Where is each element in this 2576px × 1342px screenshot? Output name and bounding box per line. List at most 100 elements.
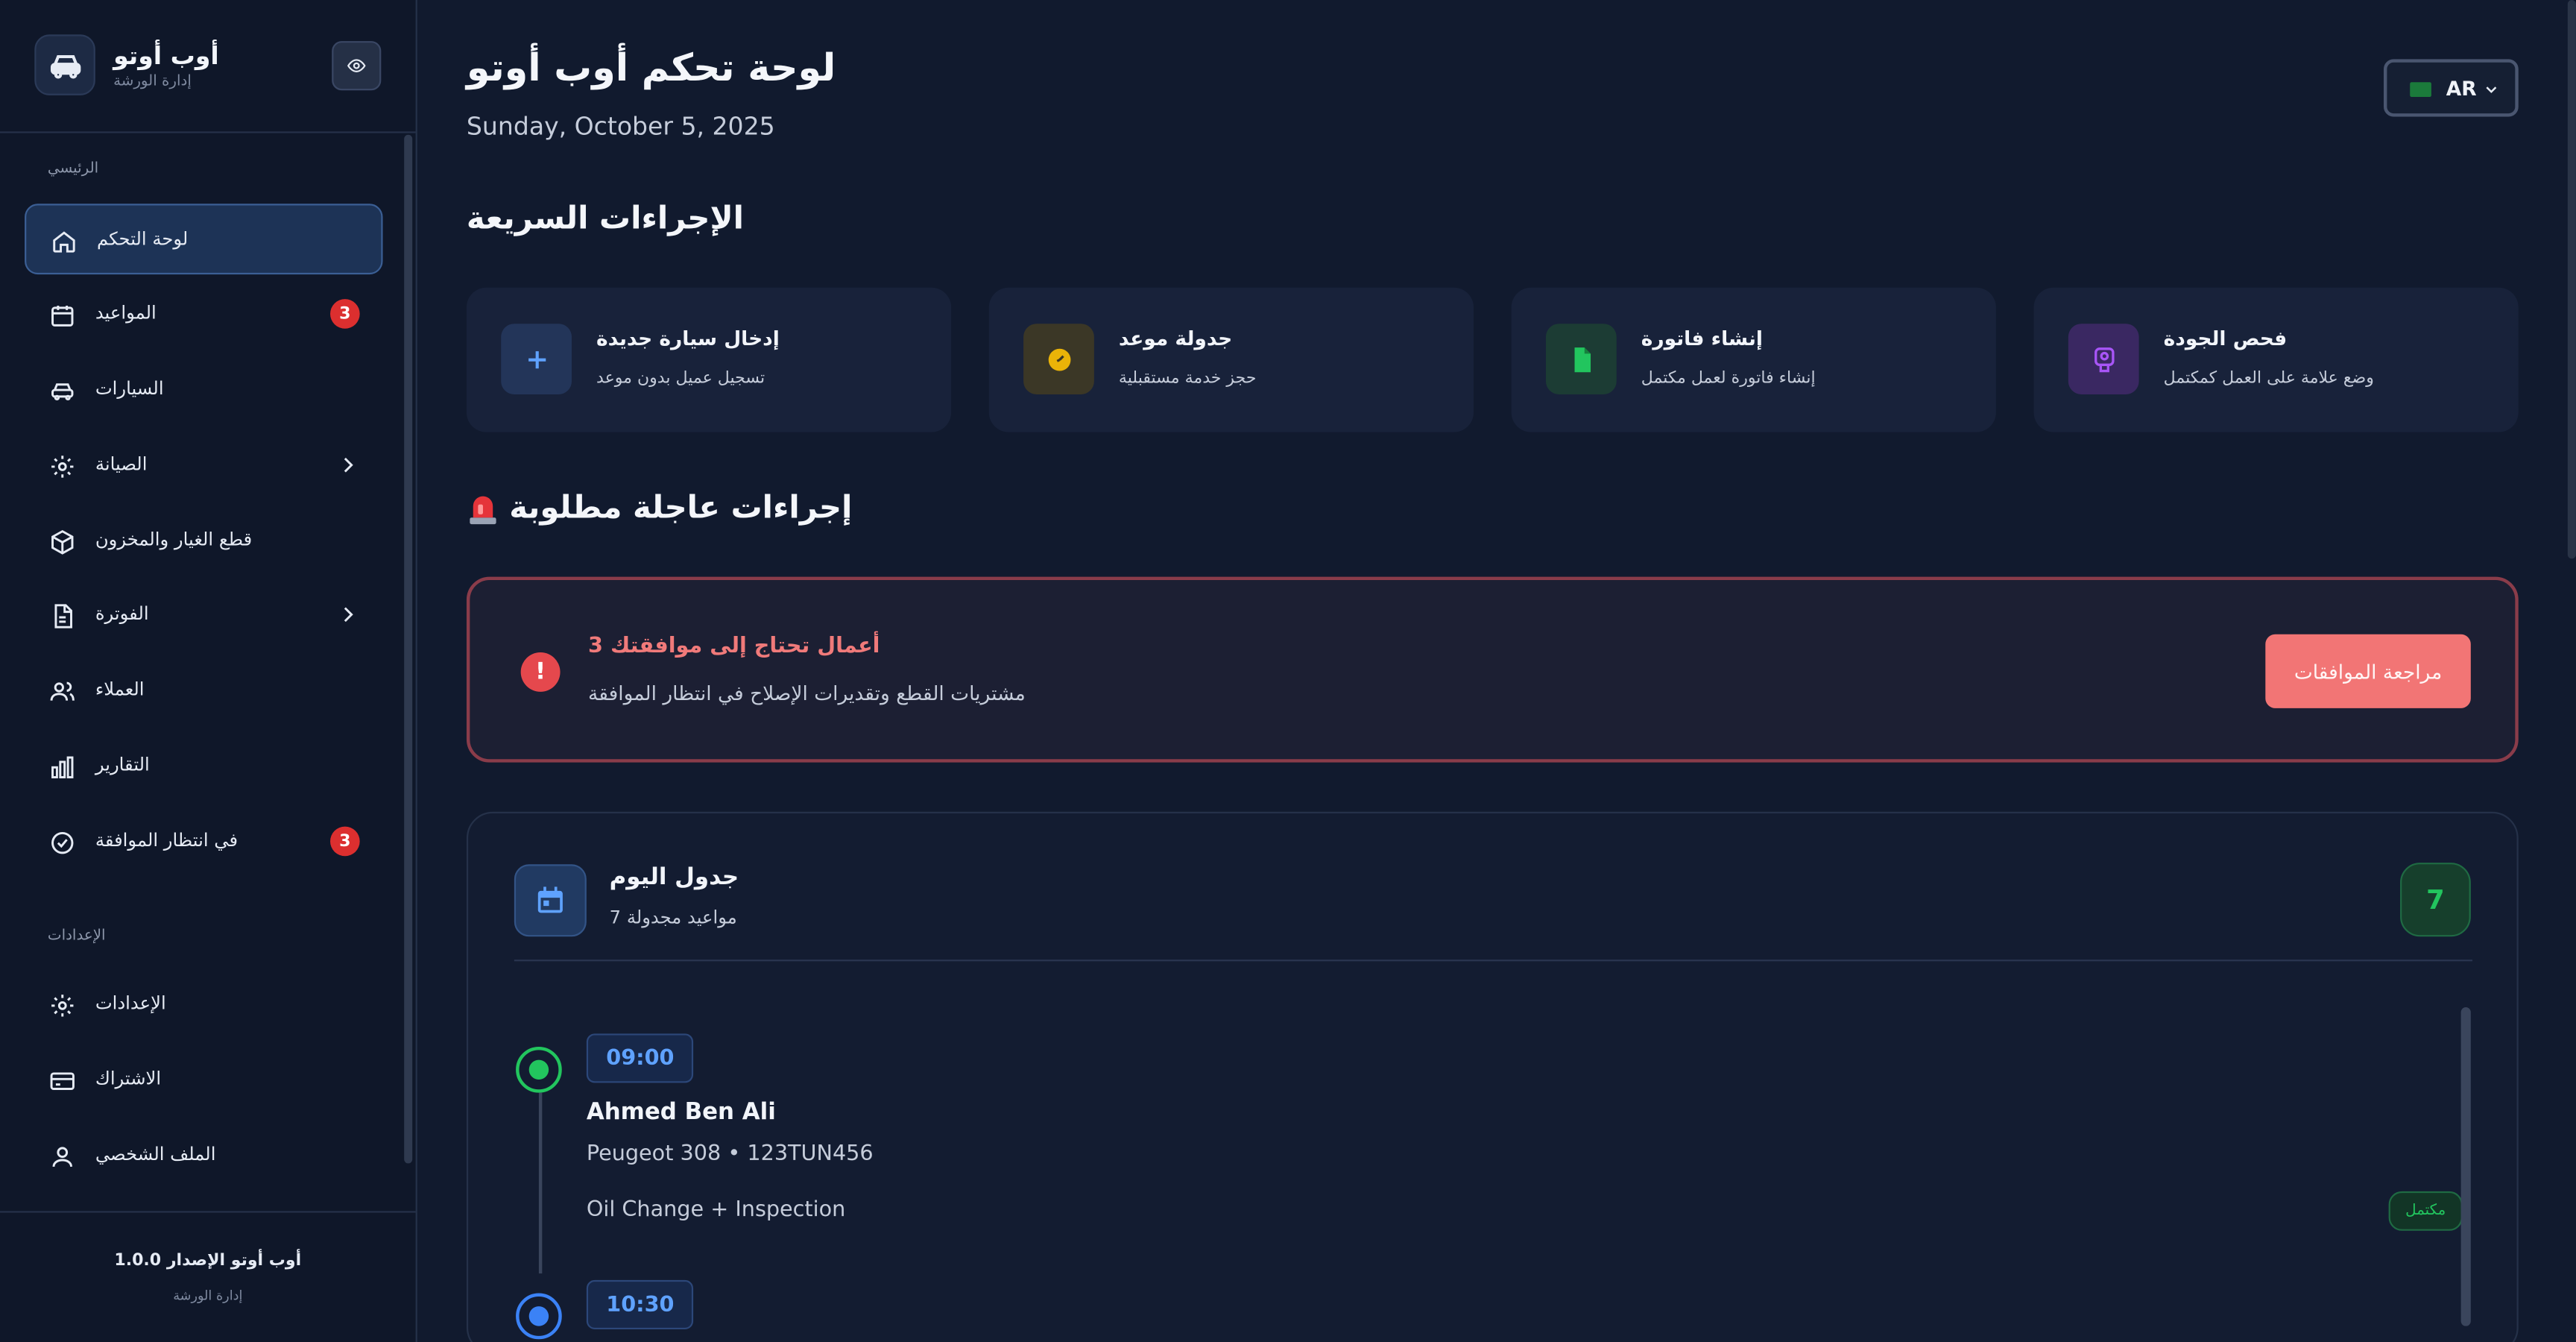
chevron-right-icon [344,457,353,473]
clock-icon [1023,324,1094,394]
review-approvals-button[interactable]: مراجعة الموافقات [2265,634,2471,708]
appointment-time: 10:30 [586,1279,694,1330]
quick-action-subtitle: وضع علامة على العمل كمكتمل [2163,369,2374,388]
car-logo-icon [34,34,95,95]
quick-action-title: إدخال سيارة جديدة [596,327,780,350]
sidebar-item-subscription[interactable]: الاشتراك [25,1045,382,1116]
visibility-toggle-button[interactable] [332,41,382,91]
sidebar-item-label: الاشتراك [95,1068,162,1090]
gear-icon [51,995,74,1017]
approval-alert: ! 3 أعمال تحتاج إلى موافقتك مشتريات القط… [466,576,2519,763]
sidebar-item-label: التقارير [95,754,150,776]
brand: أوب أوتو إدارة الورشة [0,0,416,133]
badge-icon [2068,324,2139,394]
urgent-actions-title: إجراءات عاجلة مطلوبة [509,489,853,526]
sidebar-item-reports[interactable]: التقارير [25,731,382,802]
quick-action-title: فحص الجودة [2163,327,2288,350]
sidebar-item-appointments[interactable]: المواعيد 3 [25,280,382,350]
sidebar-item-customers[interactable]: العملاء [25,655,382,726]
quick-action-title: إنشاء فاتورة [1641,327,1763,350]
quick-action-title: جدولة موعد [1118,327,1233,350]
appointment-vehicle: Peugeot 308 • 123TUN456 [586,1141,874,1167]
quick-action-subtitle: إنشاء فاتورة لعمل مكتمل [1641,369,1816,388]
appointment-service: Oil Change + Inspection [586,1197,846,1223]
plus-icon [501,324,572,394]
urgent-actions-heading: إجراءات عاجلة مطلوبة [467,490,852,526]
sidebar-item-parts-inventory[interactable]: قطع الغيار والمخزون [25,506,382,577]
page-scrollbar[interactable] [2567,0,2576,559]
eye-icon [347,59,366,72]
siren-icon [470,496,496,525]
sidebar-item-label: في انتظار الموافقة [95,830,239,851]
credit-card-icon [50,1072,75,1090]
brand-subtitle: إدارة الورشة [113,74,192,91]
sidebar-item-label: الفوترة [95,602,149,625]
user-icon [52,1147,72,1168]
brand-name: أوب أوتو [113,41,219,71]
language-selector[interactable]: AR [2384,59,2519,117]
today-schedule: جدول اليوم 7 مواعيد مجدولة 7 09:00 Ahmed… [466,811,2519,1342]
section-label-settings: الإعدادات [47,928,106,945]
section-label-main: الرئيسي [47,160,99,178]
sidebar-item-dashboard[interactable]: لوحة التحكم [25,204,383,275]
sidebar-item-cars[interactable]: السيارات [25,355,382,426]
quick-action-new-car[interactable]: إدخال سيارة جديدة تسجيل عميل بدون موعد [466,287,952,432]
sidebar: أوب أوتو إدارة الورشة الرئيسي لوحة التحك… [0,0,417,1342]
page-title: لوحة تحكم أوب أوتو [466,47,836,91]
count-badge: 3 [330,826,360,857]
flag-icon [2410,82,2431,98]
timeline-dot [516,1046,562,1093]
calendar-icon [51,305,74,327]
appointment-customer-name[interactable]: Ahmed Ben Ali [587,1099,776,1125]
appointment-time: 09:00 [586,1033,694,1083]
document-icon [54,604,72,629]
schedule-title: جدول اليوم [609,864,739,891]
sidebar-item-label: الإعدادات [95,992,166,1014]
quick-action-quality-check[interactable]: فحص الجودة وضع علامة على العمل كمكتمل [2033,287,2519,432]
sidebar-item-billing[interactable]: الفوترة [25,580,382,651]
quick-actions-title: الإجراءات السريعة [466,200,744,237]
footer-subtitle: إدارة الورشة [173,1288,243,1303]
alert-title: 3 أعمال تحتاج إلى موافقتك [588,634,880,659]
sidebar-item-label: السيارات [95,377,164,400]
language-code: AR [2446,77,2477,101]
app-version: أوب أوتو الإصدار 1.0.0 [114,1252,302,1270]
car-icon [51,383,74,401]
check-circle-icon [51,831,74,854]
schedule-scrollbar[interactable] [2460,1007,2471,1326]
timeline-line [538,1092,543,1274]
sidebar-footer: أوب أوتو الإصدار 1.0.0 إدارة الورشة [0,1211,416,1342]
sidebar-scrollbar[interactable] [404,134,413,1164]
sidebar-item-profile[interactable]: الملف الشخصي [25,1121,382,1191]
chevron-right-icon [344,607,353,623]
sidebar-item-label: العملاء [95,678,145,700]
page-date: Sunday, October 5, 2025 [466,111,775,142]
home-icon [53,231,75,253]
schedule-subtitle: 7 مواعيد مجدولة [609,907,737,929]
chevron-down-icon [2486,86,2497,93]
calendar-icon [514,864,587,937]
sidebar-item-pending-approval[interactable]: في انتظار الموافقة 3 [25,807,382,878]
sidebar-item-label: الملف الشخصي [95,1143,216,1165]
file-icon [1545,324,1617,394]
sidebar-item-label: لوحة التحكم [97,228,189,251]
quick-action-subtitle: تسجيل عميل بدون موعد [596,369,765,388]
box-icon [51,529,74,555]
sidebar-item-maintenance[interactable]: الصيانة [25,430,382,501]
quick-action-schedule-appointment[interactable]: جدولة موعد حجز خدمة مستقبلية [988,287,1474,432]
sidebar-item-label: المواعيد [95,302,157,324]
sidebar-item-label: قطع الغيار والمخزون [95,529,253,551]
timeline-dot [516,1293,562,1340]
sidebar-item-label: الصيانة [95,453,148,475]
bar-chart-icon [51,756,74,778]
quick-action-create-invoice[interactable]: إنشاء فاتورة إنشاء فاتورة لعمل مكتمل [1511,287,1996,432]
gear-icon [51,456,74,478]
divider [514,960,2473,962]
sidebar-item-settings[interactable]: الإعدادات [25,969,382,1040]
count-badge: 3 [330,299,360,329]
quick-action-subtitle: حجز خدمة مستقبلية [1118,369,1257,388]
appointment-count-badge: 7 [2400,863,2471,937]
exclamation-icon: ! [520,652,561,692]
alert-subtitle: مشتريات القطع وتقديرات الإصلاح في انتظار… [588,681,1026,705]
status-badge: مكتمل [2388,1191,2463,1231]
